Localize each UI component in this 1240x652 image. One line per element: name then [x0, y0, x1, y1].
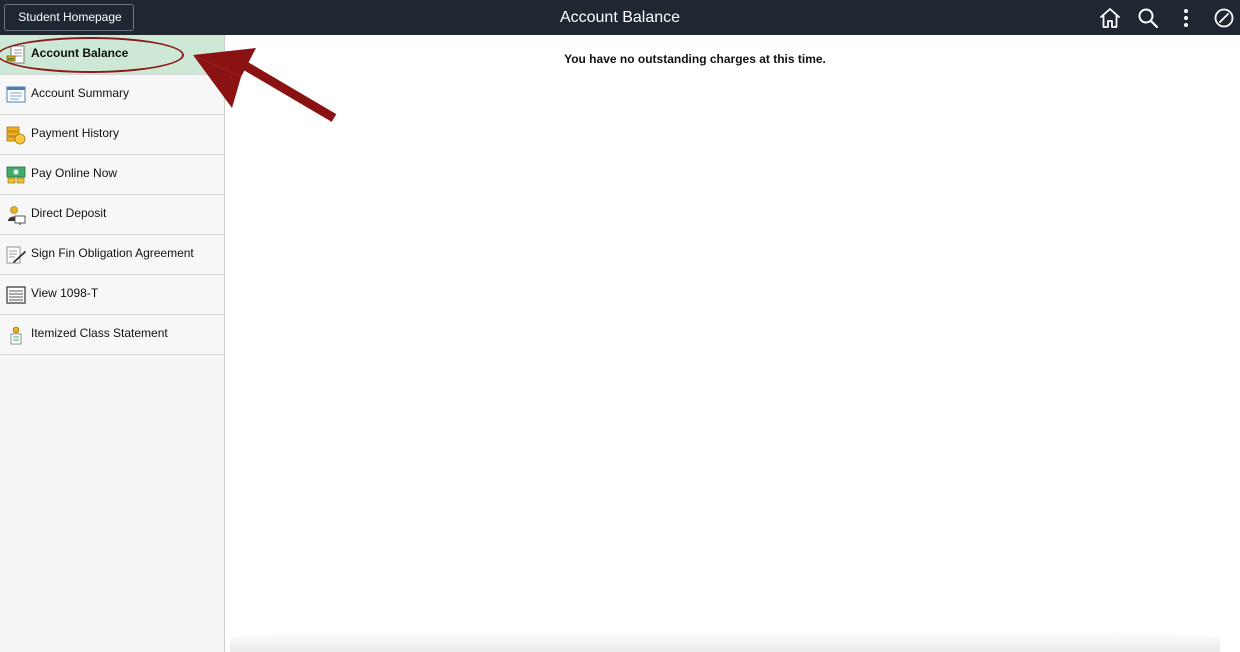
sidebar-item-label: Pay Online Now — [31, 166, 118, 180]
account-summary-icon — [6, 85, 26, 105]
sidebar-item-pay-online-now[interactable]: Pay Online Now — [0, 155, 224, 195]
sidebar-item-itemized-class-statement[interactable]: Itemized Class Statement — [0, 315, 224, 355]
sidebar-item-account-balance[interactable]: Account Balance — [0, 35, 224, 75]
sidebar-item-label: View 1098-T — [31, 286, 99, 300]
search-icon[interactable] — [1136, 6, 1160, 30]
sidebar-item-payment-history[interactable]: Payment History — [0, 115, 224, 155]
sidebar-item-sign-fin-obligation-agreement[interactable]: Sign Fin Obligation Agreement — [0, 235, 224, 275]
more-options-icon[interactable] — [1174, 6, 1198, 30]
sidebar-item-label: Sign Fin Obligation Agreement — [31, 246, 194, 260]
sidebar-item-label: Direct Deposit — [31, 206, 107, 220]
sign-agreement-icon — [6, 245, 26, 265]
home-icon[interactable] — [1098, 6, 1122, 30]
sidebar-item-label: Account Summary — [31, 86, 130, 100]
sidebar-navigation: Account Balance Account Summary Payment … — [0, 35, 225, 652]
tax-form-icon — [6, 285, 26, 305]
no-charges-message: You have no outstanding charges at this … — [564, 52, 826, 66]
sidebar-item-label: Account Balance — [31, 46, 129, 60]
class-statement-icon — [6, 325, 26, 345]
sidebar-item-account-summary[interactable]: Account Summary — [0, 75, 224, 115]
student-homepage-button[interactable]: Student Homepage — [4, 4, 134, 31]
pay-online-icon — [6, 165, 26, 185]
bottom-shadow — [230, 630, 1220, 652]
page-title: Account Balance — [559, 9, 681, 26]
account-balance-icon — [6, 45, 26, 65]
payment-history-icon — [6, 125, 26, 145]
sidebar-item-label: Itemized Class Statement — [31, 326, 168, 340]
navbar-compass-icon[interactable] — [1212, 6, 1236, 30]
sidebar-item-label: Payment History — [31, 126, 120, 140]
sidebar-item-direct-deposit[interactable]: Direct Deposit — [0, 195, 224, 235]
direct-deposit-icon — [6, 205, 26, 225]
top-navigation-bar: Student Homepage Account Balance — [0, 0, 1240, 35]
sidebar-item-view-1098-t[interactable]: View 1098-T — [0, 275, 224, 315]
